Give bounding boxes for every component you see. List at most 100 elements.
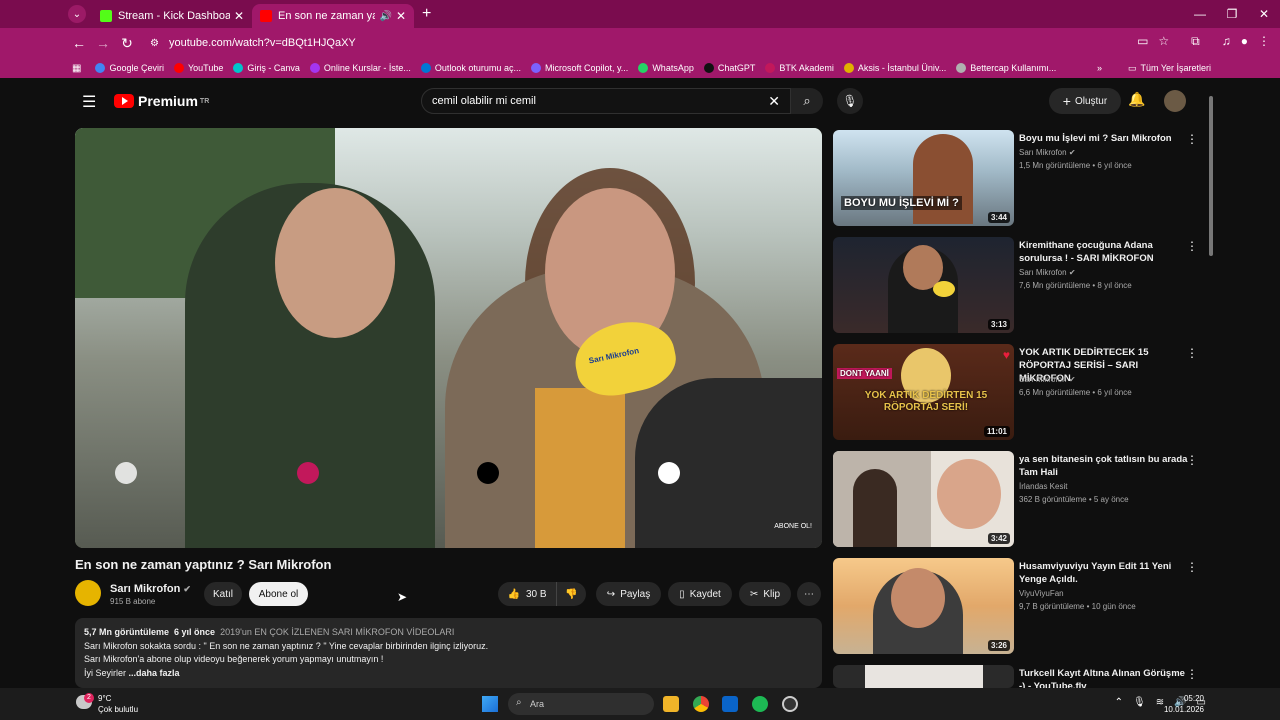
bookmark-item[interactable]: BTK Akademi: [765, 63, 834, 73]
more-vert-icon[interactable]: ⋮: [1186, 453, 1198, 467]
forward-icon[interactable]: →: [91, 35, 115, 51]
video-thumbnail[interactable]: DONT YAANİ YOK ARTIK DEDİRTEN 15 RÖPORTA…: [833, 344, 1014, 440]
subscribe-button[interactable]: Abone ol: [249, 582, 308, 606]
tab-youtube[interactable]: En son ne zaman yaptınız ? Sarı Mikrofon…: [252, 4, 414, 28]
recommendation-item[interactable]: 3:13 Kiremithane çocuğuna Adana sorulurs…: [833, 237, 1213, 333]
chrome-icon[interactable]: [693, 696, 709, 712]
recommendation-item[interactable]: 3:26 Husamviyuviyu Yayın Edit 11 Yeni Ye…: [833, 558, 1213, 654]
tab-search-button[interactable]: ⌄: [68, 5, 86, 23]
recommendation-item[interactable]: DONT YAANİ YOK ARTIK DEDİRTEN 15 RÖPORTA…: [833, 344, 1213, 440]
media-icon[interactable]: ♫: [1222, 34, 1231, 49]
recommendation-channel[interactable]: Sarı Mikrofon ✔: [1019, 266, 1076, 279]
menu-icon[interactable]: ⋮: [1258, 34, 1270, 49]
reload-icon[interactable]: ↻: [115, 35, 139, 52]
recommendation-item[interactable]: 3:42 ya sen bitanesin çok tatlısın bu ar…: [833, 451, 1213, 547]
recommendation-channel[interactable]: ViyuViyuFan: [1019, 587, 1064, 600]
more-actions-button[interactable]: ⋯: [797, 582, 821, 606]
youtube-icon: [260, 10, 272, 22]
app-icon[interactable]: [782, 696, 798, 712]
share-button[interactable]: ↪ Paylaş: [596, 582, 661, 606]
recommendation-channel[interactable]: İrlandas Kesit: [1019, 480, 1067, 493]
avatar[interactable]: [1164, 90, 1186, 112]
voice-search-button[interactable]: 🎙: [837, 88, 863, 114]
more-vert-icon[interactable]: ⋮: [1186, 239, 1198, 253]
bookmark-item[interactable]: Online Kurslar - İste...: [309, 63, 411, 73]
profile-icon[interactable]: ●: [1241, 34, 1248, 49]
close-tab-icon[interactable]: ✕: [234, 9, 244, 23]
restore-icon[interactable]: ❐: [1216, 0, 1248, 28]
page-scrollbar[interactable]: [1208, 86, 1214, 686]
bookmark-item[interactable]: YouTube: [173, 63, 223, 73]
chevron-up-icon[interactable]: ⌃: [1115, 697, 1123, 708]
recommendation-item[interactable]: Turkcell Kayıt Altına Alınan Görüşme -) …: [833, 665, 1213, 688]
scrollbar-thumb[interactable]: [1209, 96, 1213, 256]
description-hashtag[interactable]: 2019'un EN ÇOK İZLENEN SARI MİKROFON VİD…: [220, 627, 454, 637]
thumbnail-person: [913, 134, 973, 224]
video-thumbnail[interactable]: 3:42: [833, 451, 1014, 547]
search-input[interactable]: cemil olabilir mi cemil ✕: [421, 88, 791, 114]
minimize-icon[interactable]: —: [1184, 0, 1216, 28]
file-explorer-icon[interactable]: [663, 696, 679, 712]
save-button[interactable]: ▯ Kaydet: [668, 582, 732, 606]
dislike-button[interactable]: 👎: [556, 582, 586, 606]
close-window-icon[interactable]: ✕: [1248, 0, 1280, 28]
tab-kick[interactable]: Stream - Kick Dashboard ✕: [92, 4, 252, 28]
more-bookmarks-icon[interactable]: »: [1097, 63, 1102, 73]
bookmark-item[interactable]: Bettercap Kullanımı...: [956, 63, 1056, 73]
clear-search-icon[interactable]: ✕: [768, 93, 780, 110]
channel-name[interactable]: Sarı Mikrofon ✔: [110, 583, 191, 595]
extensions-icon[interactable]: ⧉: [1191, 34, 1200, 49]
recommendation-channel[interactable]: Sarı Mikrofon ✔: [1019, 373, 1076, 386]
like-button[interactable]: 👍 30 B: [498, 582, 556, 606]
speaker-icon[interactable]: 🔊: [379, 11, 391, 22]
video-dot: [115, 462, 137, 484]
recommendation-item[interactable]: BOYU MU İŞLEVİ Mİ ? 3:44 Boyu mu İşlevi …: [833, 130, 1213, 226]
join-button[interactable]: Katıl: [204, 582, 242, 606]
bookmark-item[interactable]: WhatsApp: [638, 63, 694, 73]
create-button[interactable]: + Oluştur: [1049, 88, 1121, 114]
show-more-link[interactable]: ...daha fazla: [129, 668, 180, 678]
search-button[interactable]: ⌕: [791, 88, 823, 114]
bookmark-item[interactable]: ChatGPT: [703, 63, 755, 73]
back-icon[interactable]: ←: [67, 35, 91, 51]
spotify-icon[interactable]: [752, 696, 768, 712]
menu-icon[interactable]: ☰: [82, 92, 96, 112]
notifications-bell-icon[interactable]: 🔔: [1128, 91, 1145, 108]
bookmark-item[interactable]: Microsoft Copilot, y...: [530, 63, 628, 73]
bookmark-favicon-icon: [173, 63, 184, 73]
recommendation-channel[interactable]: Sarı Mikrofon ✔: [1019, 146, 1076, 159]
bookmark-item[interactable]: Google Çeviri: [95, 63, 164, 73]
weather-widget[interactable]: 2 9°C Çok bulutlu: [76, 693, 138, 715]
youtube-premium-logo[interactable]: Premium TR: [114, 93, 209, 109]
cast-icon[interactable]: ▭: [1137, 34, 1148, 49]
video-thumbnail[interactable]: 3:26: [833, 558, 1014, 654]
more-vert-icon[interactable]: ⋮: [1186, 667, 1198, 681]
bookmark-star-icon[interactable]: ☆: [1158, 34, 1169, 49]
video-thumbnail[interactable]: BOYU MU İŞLEVİ Mİ ? 3:44: [833, 130, 1014, 226]
bookmark-item[interactable]: Giriş - Canva: [233, 63, 300, 73]
channel-avatar[interactable]: [75, 580, 101, 606]
apps-icon[interactable]: ▦: [72, 63, 81, 74]
video-thumbnail[interactable]: 3:13: [833, 237, 1014, 333]
site-info-icon[interactable]: ⚙: [150, 38, 159, 49]
video-player[interactable]: Sarı Mikrofon ABONE OL!: [75, 128, 822, 548]
bookmark-favicon-icon: [843, 63, 854, 73]
search-icon: ⌕: [516, 697, 522, 708]
outlook-icon[interactable]: [722, 696, 738, 712]
video-thumbnail[interactable]: [833, 665, 1014, 688]
new-tab-button[interactable]: +: [422, 5, 431, 23]
bookmark-item[interactable]: Aksis - İstanbul Üniv...: [843, 63, 946, 73]
address-bar[interactable]: ⚙ youtube.com/watch?v=dBQt1HJQaXY: [142, 31, 1102, 55]
taskbar-search[interactable]: ⌕ Ara: [508, 693, 654, 715]
clip-button[interactable]: ✂ Klip: [739, 582, 791, 606]
more-vert-icon[interactable]: ⋮: [1186, 560, 1198, 574]
more-vert-icon[interactable]: ⋮: [1186, 346, 1198, 360]
more-vert-icon[interactable]: ⋮: [1186, 132, 1198, 146]
description-box[interactable]: 5,7 Mn görüntüleme 6 yıl önce 2019'un EN…: [75, 618, 822, 688]
all-bookmarks[interactable]: ▭ Tüm Yer İşaretleri: [1128, 63, 1211, 74]
bookmark-item[interactable]: Outlook oturumu aç...: [420, 63, 521, 73]
mic-tray-icon[interactable]: 🎙: [1133, 697, 1146, 708]
clock[interactable]: 05:20 10.01.2026: [1154, 693, 1204, 715]
windows-start-icon[interactable]: [482, 696, 498, 712]
close-tab-icon[interactable]: ✕: [396, 9, 406, 23]
